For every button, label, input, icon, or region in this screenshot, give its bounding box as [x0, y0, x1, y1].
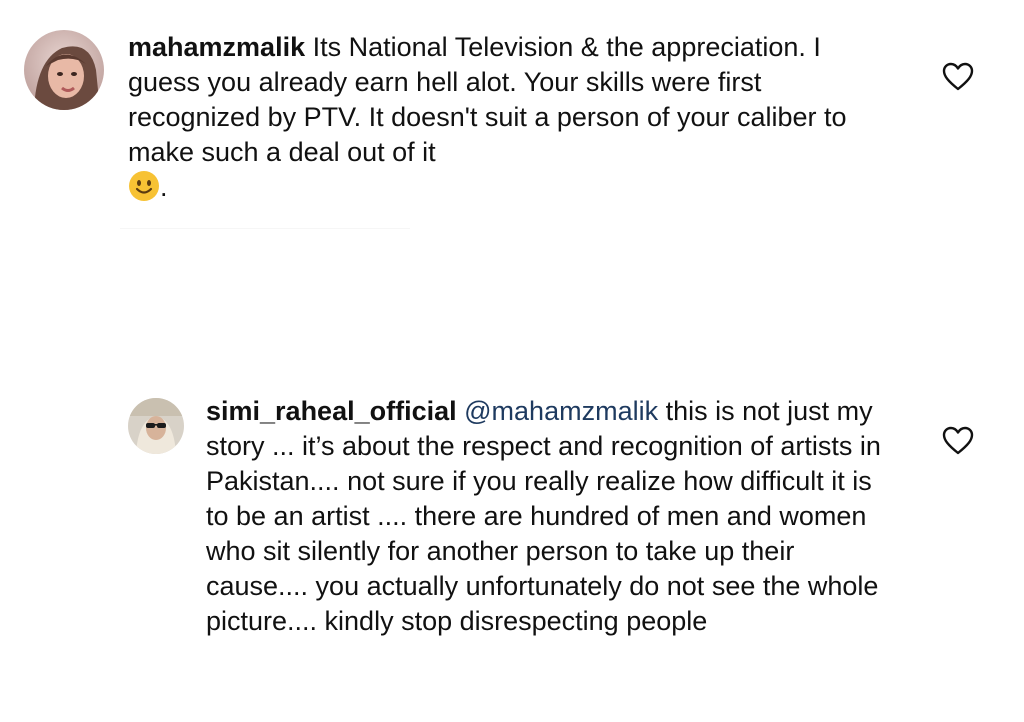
avatar[interactable] [128, 398, 184, 454]
mention-link[interactable]: @mahamzmalik [464, 396, 658, 426]
heart-outline-icon[interactable] [942, 62, 974, 92]
comment-item: mahamzmalik Its National Television & th… [0, 0, 1024, 220]
heart-outline-icon[interactable] [942, 426, 974, 456]
comment-username[interactable]: simi_raheal_official [206, 396, 457, 426]
slightly-smiling-face-icon [128, 170, 160, 202]
comment-body: this is not just my story ... it’s about… [206, 396, 881, 636]
comment-text: simi_raheal_official @mahamzmalik this i… [206, 394, 896, 639]
comment-trailing-text: . [160, 172, 168, 202]
avatar[interactable] [24, 30, 104, 110]
comment-text: mahamzmalik Its National Television & th… [128, 30, 888, 205]
comment-username[interactable]: mahamzmalik [128, 32, 305, 62]
divider [120, 228, 410, 229]
comment-item: simi_raheal_official @mahamzmalik this i… [0, 380, 1024, 722]
